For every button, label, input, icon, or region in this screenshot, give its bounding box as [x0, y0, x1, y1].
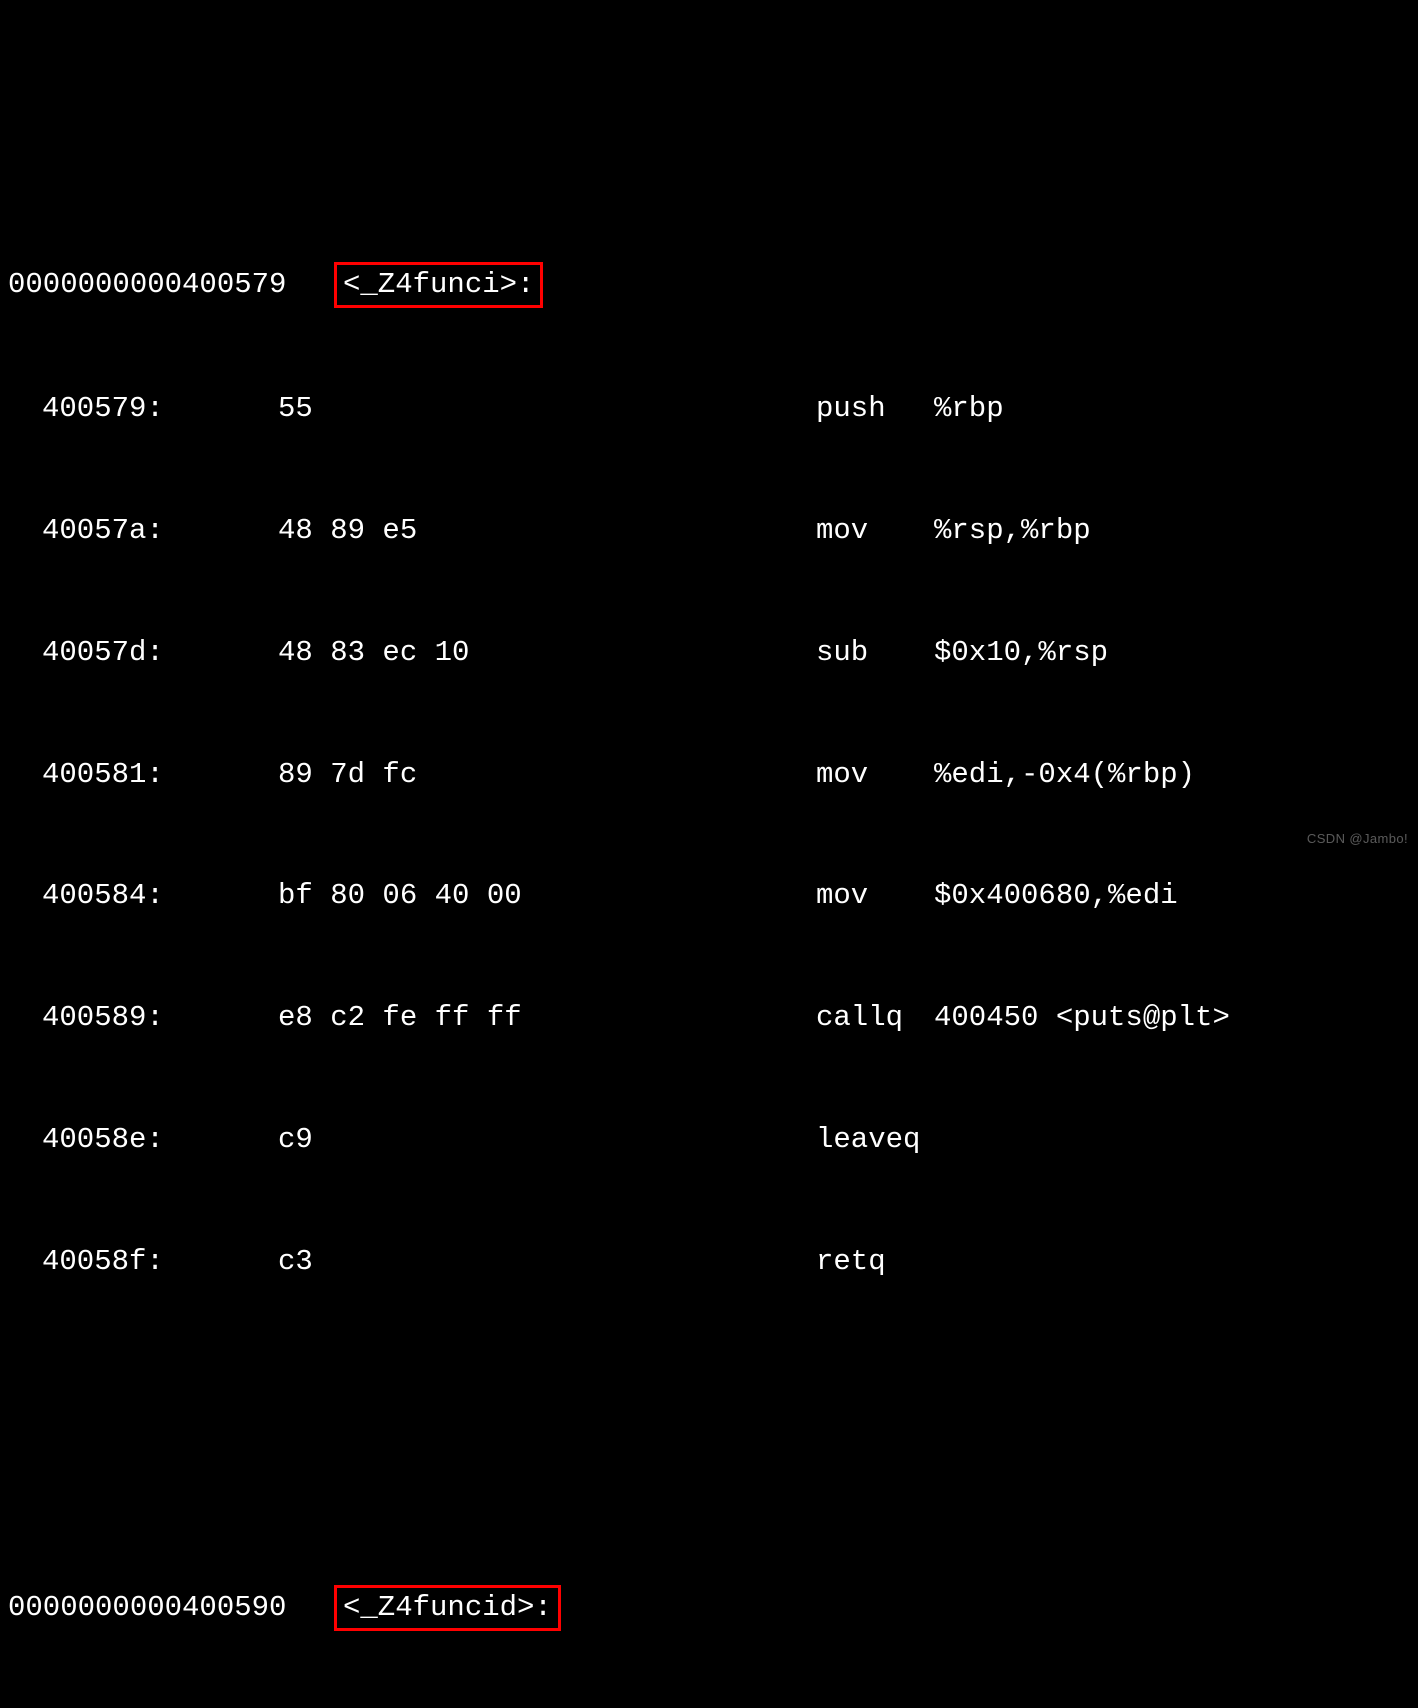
instr-mnemonic: retq — [816, 1242, 934, 1283]
instr-operands: %rsp,%rbp — [934, 511, 1091, 552]
section-gap — [8, 1404, 1410, 1422]
instr-mnemonic: mov — [816, 511, 934, 552]
instr-bytes: 48 83 ec 10 — [278, 633, 816, 674]
instr-mnemonic: callq — [816, 998, 934, 1039]
func-symbol: <_Z4funci>: — [334, 262, 543, 309]
func-header: 0000000000400579 <_Z4funci>: — [8, 262, 1410, 309]
disasm-row: 40057a:48 89 e5mov%rsp,%rbp — [8, 511, 1410, 552]
instr-addr: 40058e: — [8, 1120, 278, 1161]
disasm-row: 40058f:c3retq — [8, 1242, 1410, 1283]
disasm-row: 40057d:48 83 ec 10sub$0x10,%rsp — [8, 633, 1410, 674]
func-address: 0000000000400579 — [8, 265, 340, 306]
disasm-row: 400579:55push%rbp — [8, 389, 1410, 430]
instr-operands: %edi,-0x4(%rbp) — [934, 755, 1195, 796]
instr-bytes: bf 80 06 40 00 — [278, 876, 816, 917]
instr-mnemonic: mov — [816, 755, 934, 796]
disasm-row: 400584:bf 80 06 40 00mov$0x400680,%edi — [8, 876, 1410, 917]
disasm-row: 400589:e8 c2 fe ff ffcallq400450 <puts@p… — [8, 998, 1410, 1039]
instr-addr: 400589: — [8, 998, 278, 1039]
instr-bytes: 55 — [278, 389, 816, 430]
instr-operands: $0x400680,%edi — [934, 876, 1178, 917]
instr-mnemonic: sub — [816, 633, 934, 674]
disasm-row: 40058e:c9leaveq — [8, 1120, 1410, 1161]
func-symbol: <_Z4funcid>: — [334, 1585, 561, 1632]
instr-bytes: 89 7d fc — [278, 755, 816, 796]
instr-bytes: c9 — [278, 1120, 816, 1161]
instr-mnemonic: mov — [816, 876, 934, 917]
instr-mnemonic: leaveq — [816, 1120, 934, 1161]
instr-addr: 40057a: — [8, 511, 278, 552]
func-address: 0000000000400590 — [8, 1588, 340, 1629]
instr-addr: 400581: — [8, 755, 278, 796]
instr-addr: 400579: — [8, 389, 278, 430]
instr-mnemonic: push — [816, 389, 934, 430]
func-header: 0000000000400590 <_Z4funcid>: — [8, 1585, 1410, 1632]
disasm-row: 400581:89 7d fcmov%edi,-0x4(%rbp) — [8, 755, 1410, 796]
instr-bytes: c3 — [278, 1242, 816, 1283]
instr-addr: 400584: — [8, 876, 278, 917]
instr-addr: 40057d: — [8, 633, 278, 674]
disassembly-block-1: 0000000000400590 <_Z4funcid>: 400590:55p… — [8, 1503, 1410, 1708]
disassembly-block-0: 0000000000400579 <_Z4funci>: 400579:55pu… — [8, 180, 1410, 1323]
instr-operands: 400450 <puts@plt> — [934, 998, 1230, 1039]
instr-operands: %rbp — [934, 389, 1004, 430]
instr-operands: $0x10,%rsp — [934, 633, 1108, 674]
instr-bytes: e8 c2 fe ff ff — [278, 998, 816, 1039]
watermark-text: CSDN @Jambo! — [1307, 830, 1408, 848]
instr-bytes: 48 89 e5 — [278, 511, 816, 552]
instr-addr: 40058f: — [8, 1242, 278, 1283]
